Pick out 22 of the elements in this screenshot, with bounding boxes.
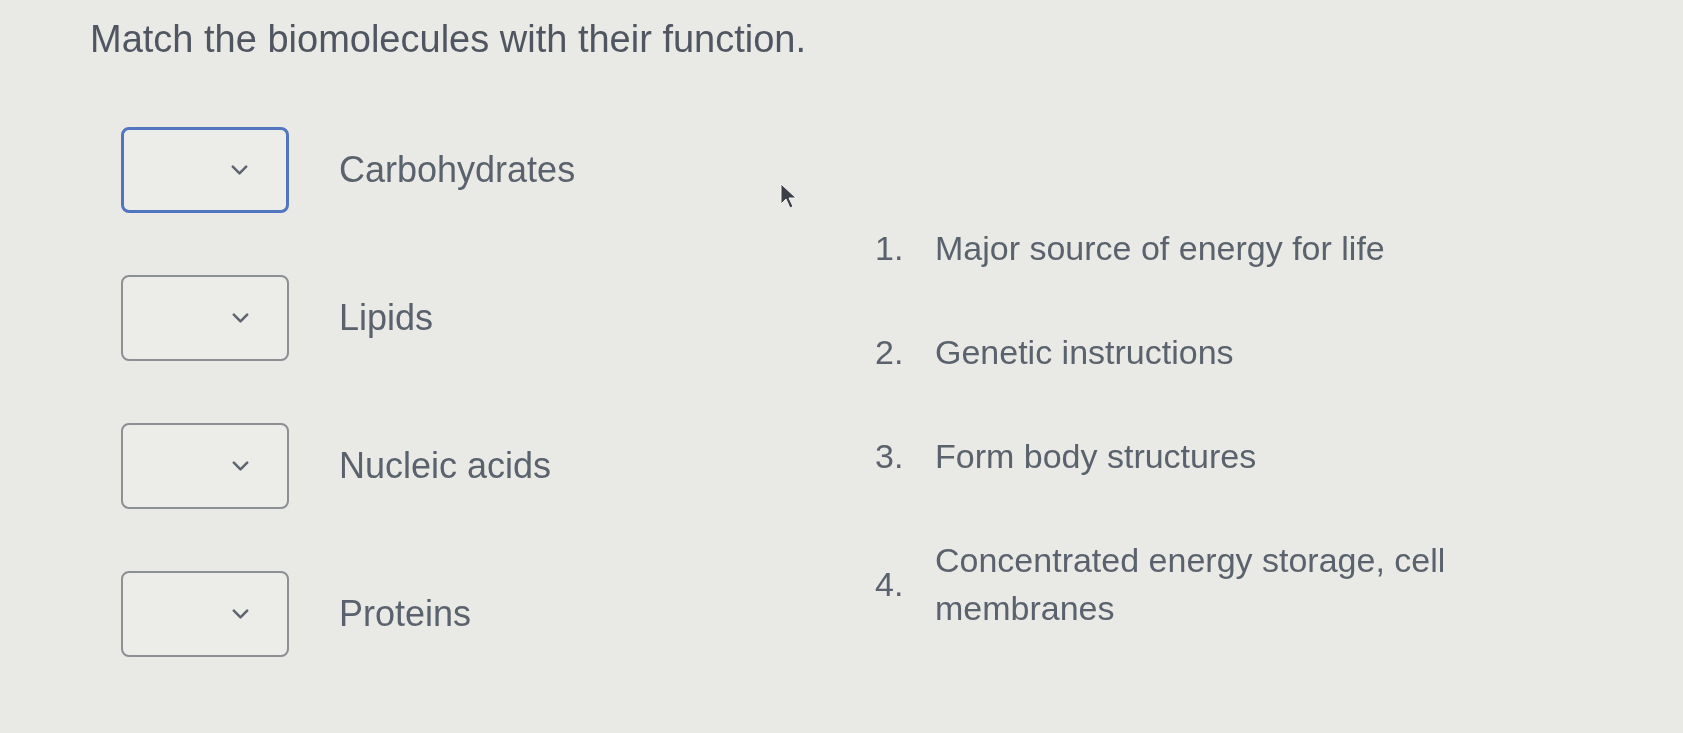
biomolecule-label: Lipids [339,296,434,340]
function-text: Form body structures [935,436,1257,477]
chevron-down-icon [231,165,248,175]
answer-dropdown[interactable] [121,423,289,509]
question-title: Match the biomolecules with their function. [90,17,807,62]
chevron-down-icon [232,313,249,323]
function-text: Major source of energy for life [935,228,1385,269]
chevron-down-icon [232,461,249,471]
list-number: 3. [875,436,905,477]
answer-dropdown[interactable] [121,275,289,361]
list-number: 2. [875,332,905,373]
list-number: 1. [875,228,905,269]
biomolecule-label: Nucleic acids [339,444,552,488]
answer-dropdown[interactable] [121,127,289,213]
answer-dropdown[interactable] [121,571,289,657]
chevron-down-icon [232,609,249,619]
biomolecule-label: Proteins [339,592,472,636]
list-number: 4. [875,564,905,605]
biomolecule-label: Carbohydrates [339,148,576,192]
function-text: Genetic instructions [935,332,1234,373]
function-text: Concentrated energy storage, cell membranes [935,540,1447,629]
mouse-pointer-icon [780,183,798,209]
